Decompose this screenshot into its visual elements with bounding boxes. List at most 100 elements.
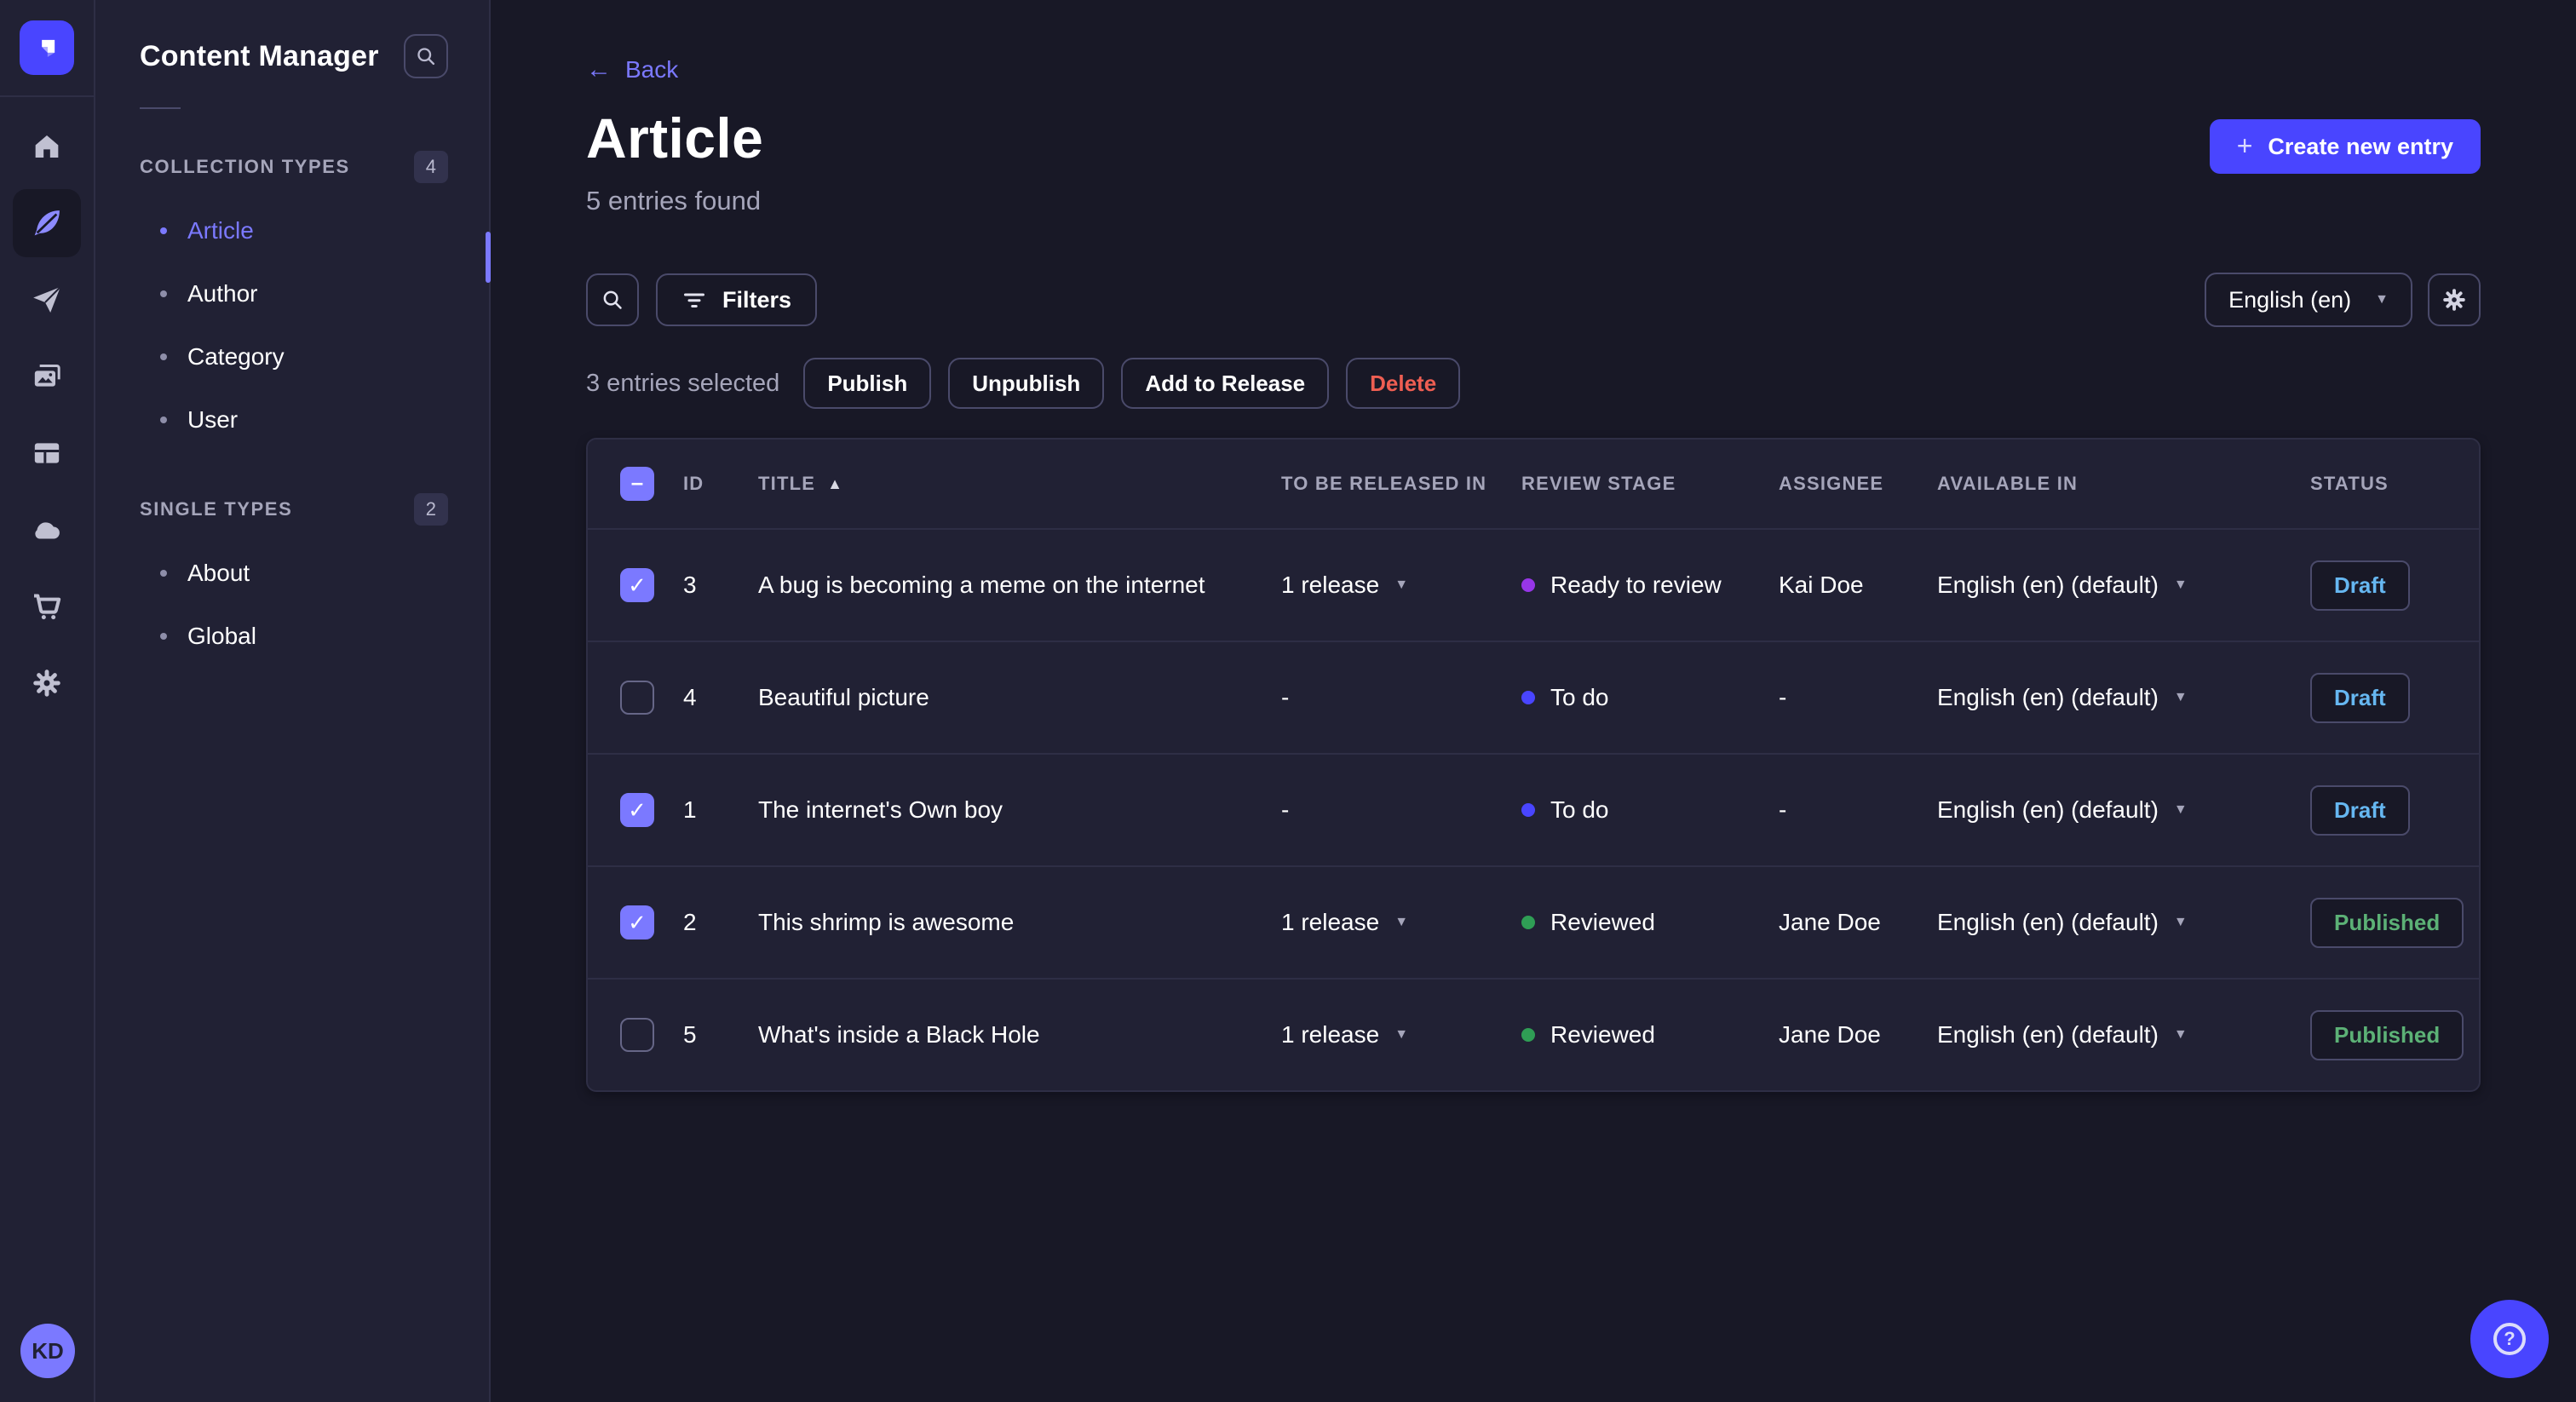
column-header-available[interactable]: AVAILABLE IN: [1937, 473, 2310, 495]
row-released: - ▼: [1281, 684, 1521, 711]
filters-button[interactable]: Filters: [656, 273, 818, 326]
back-link[interactable]: ← Back: [586, 56, 678, 83]
sidebar-divider: [140, 107, 181, 109]
row-status: Published: [2310, 897, 2479, 948]
column-header-assignee[interactable]: ASSIGNEE: [1779, 473, 1937, 495]
delete-button[interactable]: Delete: [1346, 358, 1461, 409]
sidebar-item-marketplace[interactable]: [13, 572, 81, 641]
locale-select[interactable]: English (en) ▼: [2205, 273, 2412, 327]
add-to-release-button[interactable]: Add to Release: [1121, 358, 1330, 409]
gear-icon: [2443, 289, 2465, 311]
sidebar-item-category[interactable]: Category: [140, 325, 448, 388]
releases-paper-plane-icon: [33, 286, 61, 313]
table-row[interactable]: ✓ 2 This shrimp is awesome 1 release ▼ R…: [588, 865, 2479, 978]
row-released: 1 release ▼: [1281, 909, 1521, 936]
sidebar-item-deploy[interactable]: [13, 496, 81, 564]
row-checkbox[interactable]: ✓: [620, 568, 654, 602]
sidebar-item-label: User: [187, 406, 239, 433]
collection-types-section: COLLECTION TYPES 4 Article Author Catego…: [140, 148, 448, 451]
page-title: Article: [586, 106, 764, 170]
sidebar-item-user[interactable]: User: [140, 388, 448, 451]
chevron-down-icon: ▼: [2173, 577, 2188, 592]
row-available-in[interactable]: English (en) (default) ▼: [1937, 684, 2310, 711]
column-header-released[interactable]: TO BE RELEASED IN: [1281, 473, 1521, 495]
row-status: Draft: [2310, 784, 2479, 836]
table-row[interactable]: ✓ 3 A bug is becoming a meme on the inte…: [588, 528, 2479, 641]
stage-dot-icon: [1521, 1028, 1535, 1042]
select-all-checkbox[interactable]: –: [620, 467, 654, 501]
sidebar-item-releases[interactable]: [13, 266, 81, 334]
sidebar-item-label: Author: [187, 280, 258, 307]
locale-value: English (en): [2228, 286, 2352, 313]
stage-label: Ready to review: [1550, 572, 1722, 598]
sidebar-item-global[interactable]: Global: [140, 605, 448, 668]
rail-divider: [0, 95, 95, 97]
sidebar-item-author[interactable]: Author: [140, 262, 448, 325]
settings-gear-icon: [33, 669, 60, 697]
publish-button[interactable]: Publish: [803, 358, 932, 409]
create-new-entry-button[interactable]: + Create new entry: [2209, 119, 2481, 174]
row-available-in[interactable]: English (en) (default) ▼: [1937, 909, 2310, 936]
row-checkbox[interactable]: ✓: [620, 1018, 654, 1052]
search-icon: [417, 48, 435, 66]
row-title[interactable]: The internet's Own boy: [758, 796, 1281, 824]
entries-found-text: 5 entries found: [586, 186, 762, 215]
stage-dot-icon: [1521, 691, 1535, 704]
search-button[interactable]: [586, 273, 639, 326]
table-row[interactable]: ✓ 1 The internet's Own boy - ▼ To do - E…: [588, 753, 2479, 865]
selection-actions-bar: 3 entries selected Publish Unpublish Add…: [586, 358, 2481, 409]
row-title[interactable]: A bug is becoming a meme on the internet: [758, 572, 1281, 599]
unpublish-button[interactable]: Unpublish: [948, 358, 1105, 409]
table-row[interactable]: ✓ 4 Beautiful picture - ▼ To do - Englis…: [588, 641, 2479, 753]
help-button[interactable]: ?: [2470, 1300, 2549, 1378]
row-available-in[interactable]: English (en) (default) ▼: [1937, 572, 2310, 599]
column-header-id[interactable]: ID: [683, 473, 758, 495]
app-window: KD Content Manager COLLECTION TYPES 4 Ar…: [0, 0, 2576, 1402]
sidebar-search-button[interactable]: [404, 34, 448, 78]
main-content: ← Back Article + Create new entry 5 entr…: [491, 0, 2576, 1402]
available-locale-value: English (en) (default): [1937, 909, 2159, 935]
chevron-down-icon: ▼: [2173, 915, 2188, 929]
column-header-status[interactable]: STATUS: [2310, 473, 2479, 495]
table-row[interactable]: ✓ 5 What's inside a Black Hole 1 release…: [588, 978, 2479, 1090]
sidebar-item-article[interactable]: Article: [140, 199, 448, 262]
row-review-stage: Reviewed: [1521, 909, 1779, 936]
row-available-in[interactable]: English (en) (default) ▼: [1937, 1021, 2310, 1049]
column-header-stage[interactable]: REVIEW STAGE: [1521, 473, 1779, 495]
sidebar-item-media-library[interactable]: [13, 342, 81, 411]
sidebar-item-settings[interactable]: [13, 649, 81, 717]
row-released-value: 1 release: [1281, 909, 1380, 935]
row-assignee: Jane Doe: [1779, 909, 1881, 935]
user-avatar[interactable]: KD: [20, 1324, 75, 1378]
row-title[interactable]: This shrimp is awesome: [758, 909, 1281, 936]
sidebar-item-label: Global: [187, 623, 256, 649]
row-review-stage: To do: [1521, 684, 1779, 711]
row-checkbox[interactable]: ✓: [620, 681, 654, 715]
available-locale-value: English (en) (default): [1937, 1021, 2159, 1048]
chevron-down-icon[interactable]: ▼: [1394, 578, 1408, 592]
single-types-count-badge: 2: [413, 493, 448, 526]
sidebar-item-about[interactable]: About: [140, 542, 448, 605]
chevron-down-icon[interactable]: ▼: [1394, 1028, 1408, 1042]
collection-types-count-badge: 4: [413, 151, 448, 183]
row-title[interactable]: What's inside a Black Hole: [758, 1021, 1281, 1049]
status-badge: Draft: [2310, 672, 2410, 723]
sidebar-item-home[interactable]: [13, 112, 81, 181]
row-checkbox[interactable]: ✓: [620, 793, 654, 827]
status-badge: Draft: [2310, 560, 2410, 611]
column-header-title[interactable]: TITLE ▲: [758, 473, 1281, 495]
row-released: 1 release ▼: [1281, 1021, 1521, 1049]
row-available-in[interactable]: English (en) (default) ▼: [1937, 796, 2310, 824]
chevron-down-icon[interactable]: ▼: [1394, 916, 1408, 929]
table-body: ✓ 3 A bug is becoming a meme on the inte…: [588, 528, 2479, 1090]
stage-dot-icon: [1521, 578, 1535, 592]
row-checkbox[interactable]: ✓: [620, 905, 654, 939]
row-released-value: -: [1281, 684, 1290, 710]
stage-label: To do: [1550, 796, 1609, 823]
marketplace-cart-icon: [34, 594, 61, 620]
view-settings-button[interactable]: [2428, 273, 2481, 326]
sidebar-item-content-manager[interactable]: [13, 189, 81, 257]
row-title[interactable]: Beautiful picture: [758, 684, 1281, 711]
sidebar-item-content-type-builder[interactable]: [13, 419, 81, 487]
strapi-logo[interactable]: [20, 20, 74, 75]
